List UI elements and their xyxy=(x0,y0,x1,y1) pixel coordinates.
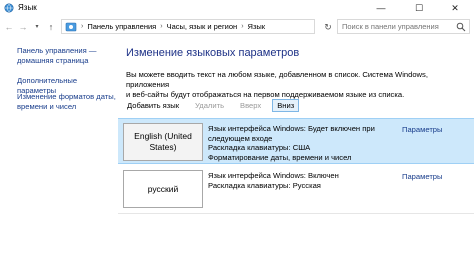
sidebar: Панель управления — домашняя страница До… xyxy=(0,36,118,260)
language-tile[interactable]: English (United States) xyxy=(123,123,203,161)
navigation-bar: ← → ▾ ↑ › Панель управления › Часы, язык… xyxy=(0,16,474,36)
language-detail-line: Раскладка клавиатуры: США xyxy=(208,143,311,152)
clock-globe-icon xyxy=(4,3,14,13)
breadcrumb-separator: › xyxy=(81,23,84,30)
window-title: Язык xyxy=(18,3,37,12)
main-panel: Изменение языковых параметров Вы можете … xyxy=(118,36,474,260)
forward-button[interactable]: → xyxy=(17,21,29,33)
add-language-button[interactable]: Добавить язык xyxy=(122,99,184,112)
search-input[interactable] xyxy=(338,20,450,33)
language-name: States) xyxy=(149,142,177,152)
language-detail-line: Раскладка клавиатуры: Русская xyxy=(208,180,321,190)
minimize-icon: — xyxy=(376,3,386,13)
language-name: русский xyxy=(147,183,179,194)
row-divider xyxy=(118,213,474,214)
breadcrumb-clock-language-region[interactable]: Часы, язык и регион xyxy=(167,22,238,31)
sidebar-item-label: домашняя страница xyxy=(17,56,89,65)
page-description: Вы можете вводить текст на любом языке, … xyxy=(126,70,472,100)
search-box[interactable] xyxy=(337,19,470,34)
language-options-link[interactable]: Параметры xyxy=(402,125,442,134)
language-row-russian[interactable]: русский Язык интерфейса Windows: Включен… xyxy=(118,166,474,214)
breadcrumb-separator: › xyxy=(241,23,244,30)
language-detail-line: следующем входе xyxy=(208,133,273,143)
move-up-button[interactable]: Вверх xyxy=(235,99,266,112)
breadcrumb-separator: › xyxy=(160,23,163,30)
chevron-down-icon: ▾ xyxy=(35,24,39,30)
remove-language-button[interactable]: Удалить xyxy=(190,99,229,112)
refresh-icon: ↻ xyxy=(324,22,332,32)
page-title: Изменение языковых параметров xyxy=(126,47,300,59)
language-options-link[interactable]: Параметры xyxy=(402,172,442,181)
back-button[interactable]: ← xyxy=(3,21,15,33)
language-details: Язык интерфейса Windows: Будет включен п… xyxy=(208,124,394,162)
arrow-left-icon: ← xyxy=(4,22,14,32)
sidebar-item-label: Изменение форматов даты, xyxy=(17,92,116,101)
language-detail-line: Язык интерфейса Windows: Включен xyxy=(208,171,339,180)
language-detail-line: Язык интерфейса Windows: Будет включен п… xyxy=(208,124,375,133)
maximize-icon: ☐ xyxy=(414,2,424,13)
recent-locations-button[interactable]: ▾ xyxy=(31,21,43,33)
sidebar-item-label: времени и чисел xyxy=(17,102,77,111)
sidebar-item-label: Панель управления — xyxy=(17,46,97,55)
language-details: Язык интерфейса Windows: Включен Расклад… xyxy=(208,171,394,190)
up-button[interactable]: ↑ xyxy=(45,21,57,33)
control-panel-icon xyxy=(65,22,77,31)
breadcrumb-language[interactable]: Язык xyxy=(248,22,266,31)
language-list: English (United States) Язык интерфейса … xyxy=(118,118,474,260)
maximize-button[interactable]: ☐ xyxy=(404,0,434,16)
close-icon: ✕ xyxy=(451,2,459,13)
sidebar-item-control-panel-home[interactable]: Панель управления — домашняя страница xyxy=(17,46,96,66)
address-bar[interactable]: › Панель управления › Часы, язык и регио… xyxy=(61,19,365,34)
language-tile[interactable]: русский xyxy=(123,170,203,208)
description-line: Вы можете вводить текст на любом языке, … xyxy=(126,70,428,89)
arrow-right-icon: → xyxy=(18,22,28,32)
arrow-up-icon: ↑ xyxy=(48,22,54,32)
move-down-button[interactable]: Вниз xyxy=(272,98,300,112)
language-name: English (United xyxy=(134,131,192,141)
language-row-english[interactable]: English (United States) Язык интерфейса … xyxy=(118,118,474,164)
language-toolbar: Добавить язык Удалить Вверх Вниз xyxy=(122,98,305,112)
sidebar-item-change-formats[interactable]: Изменение форматов даты, времени и чисел xyxy=(17,92,116,112)
language-detail-line: Форматирование даты, времени и чисел xyxy=(208,152,352,162)
refresh-button[interactable]: ↻ xyxy=(320,20,336,34)
minimize-button[interactable]: — xyxy=(366,0,396,16)
breadcrumb-control-panel[interactable]: Панель управления xyxy=(87,22,156,31)
search-icon[interactable] xyxy=(456,22,466,32)
close-button[interactable]: ✕ xyxy=(440,0,470,16)
title-bar: Язык — ☐ ✕ xyxy=(0,0,474,16)
